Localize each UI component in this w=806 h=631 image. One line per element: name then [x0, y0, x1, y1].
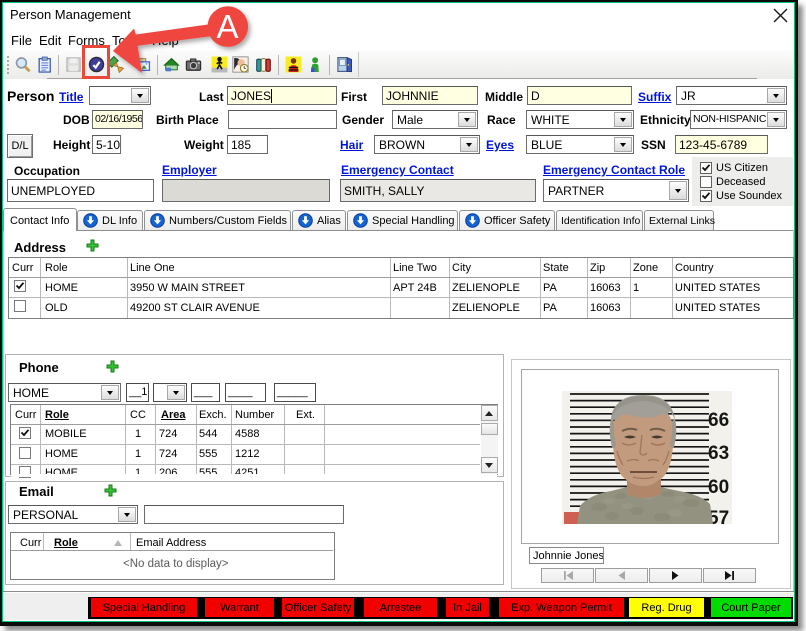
svg-text:A: A [216, 8, 238, 45]
svg-text:66: 66 [708, 410, 729, 431]
svg-text:60: 60 [708, 477, 729, 498]
svg-text:63: 63 [708, 443, 729, 464]
